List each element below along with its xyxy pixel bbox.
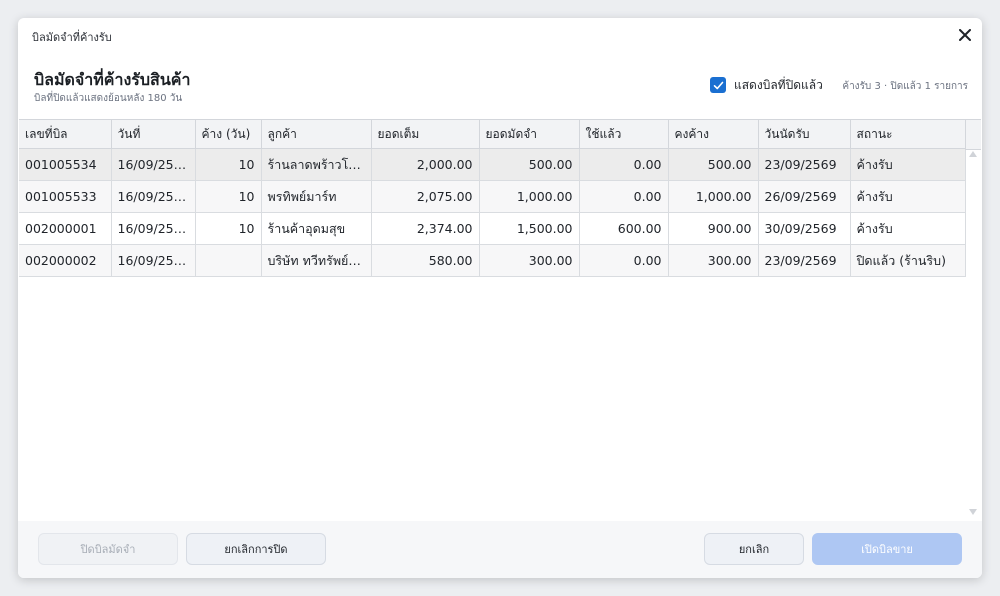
full-amount-cell: 2,000.00 bbox=[371, 148, 480, 181]
full-amount-cell: 2,374.00 bbox=[371, 212, 480, 245]
deposit-amount-cell: 1,500.00 bbox=[479, 212, 580, 245]
overdue-days-cell: 10 bbox=[195, 180, 262, 213]
deposit-bills-dialog: บิลมัดจำที่ค้างรับ บิลมัดจำที่ค้างรับสิน… bbox=[18, 18, 982, 578]
dialog-footer: ปิดบิลมัดจำ ยกเลิกการปิด ยกเลิก เปิดบิลข… bbox=[18, 521, 982, 578]
column-header[interactable]: ใช้แล้ว bbox=[579, 120, 669, 149]
column-header[interactable]: ยอดเต็ม bbox=[371, 120, 480, 149]
bill-number-cell: 001005533 bbox=[19, 180, 112, 213]
cancel-close-button[interactable]: ยกเลิกการปิด bbox=[186, 533, 326, 565]
status-summary: ค้างรับ 3 · ปิดแล้ว 1 รายการ bbox=[842, 81, 968, 92]
open-sale-bill-button[interactable]: เปิดบิลขาย bbox=[812, 533, 962, 565]
table-row[interactable]: 001005533 16/09/2569 10 พรทิพย์มาร์ท 2,0… bbox=[19, 180, 966, 213]
deposit-amount-cell: 500.00 bbox=[479, 148, 580, 181]
full-amount-cell: 580.00 bbox=[371, 244, 480, 277]
overdue-days-cell: 10 bbox=[195, 212, 262, 245]
full-amount-cell: 2,075.00 bbox=[371, 180, 480, 213]
status-cell: ปิดแล้ว (ร้านริบ) bbox=[850, 244, 966, 277]
scrollbar-header-corner bbox=[965, 120, 981, 150]
customer-cell: ร้านลาดพร้าวโช... bbox=[261, 148, 372, 181]
page-title: บิลมัดจำที่ค้างรับสินค้า bbox=[34, 70, 191, 89]
customer-cell: ร้านค้าอุดมสุข bbox=[261, 212, 372, 245]
column-header[interactable]: ยอดมัดจำ bbox=[479, 120, 580, 149]
remaining-amount-cell: 300.00 bbox=[668, 244, 759, 277]
show-closed-label: แสดงบิลที่ปิดแล้ว bbox=[734, 77, 823, 92]
used-amount-cell: 0.00 bbox=[579, 244, 669, 277]
column-header[interactable]: คงค้าง bbox=[668, 120, 759, 149]
deposit-amount-cell: 300.00 bbox=[479, 244, 580, 277]
column-header[interactable]: วันนัดรับ bbox=[758, 120, 851, 149]
scroll-down-arrow-icon[interactable] bbox=[969, 509, 977, 515]
check-icon bbox=[713, 81, 723, 89]
deposit-amount-cell: 1,000.00 bbox=[479, 180, 580, 213]
remaining-amount-cell: 900.00 bbox=[668, 212, 759, 245]
table-row[interactable]: 002000002 16/09/2569 บริษัท ทวีทรัพย์ริ.… bbox=[19, 244, 966, 277]
cancel-button[interactable]: ยกเลิก bbox=[704, 533, 804, 565]
pickup-date-cell: 23/09/2569 bbox=[758, 244, 851, 277]
used-amount-cell: 0.00 bbox=[579, 180, 669, 213]
table-header-row: เลขที่บิล วันที่ ค้าง (วัน) ลูกค้า ยอดเต… bbox=[19, 120, 966, 149]
remaining-amount-cell: 500.00 bbox=[668, 148, 759, 181]
used-amount-cell: 600.00 bbox=[579, 212, 669, 245]
column-header[interactable]: สถานะ bbox=[850, 120, 966, 149]
date-cell: 16/09/2569 bbox=[111, 212, 196, 245]
bill-number-cell: 001005534 bbox=[19, 148, 112, 181]
overdue-days-cell bbox=[195, 244, 262, 277]
table-row[interactable]: 001005534 16/09/2569 10 ร้านลาดพร้าวโช..… bbox=[19, 148, 966, 181]
show-closed-checkbox[interactable] bbox=[710, 77, 726, 93]
pickup-date-cell: 23/09/2569 bbox=[758, 148, 851, 181]
page-subtitle: บิลที่ปิดแล้วแสดงย้อนหลัง 180 วัน bbox=[34, 93, 183, 104]
pickup-date-cell: 30/09/2569 bbox=[758, 212, 851, 245]
customer-cell: พรทิพย์มาร์ท bbox=[261, 180, 372, 213]
column-header[interactable]: ค้าง (วัน) bbox=[195, 120, 262, 149]
remaining-amount-cell: 1,000.00 bbox=[668, 180, 759, 213]
deposit-bills-table: เลขที่บิล วันที่ ค้าง (วัน) ลูกค้า ยอดเต… bbox=[19, 119, 981, 522]
close-icon bbox=[959, 29, 971, 41]
used-amount-cell: 0.00 bbox=[579, 148, 669, 181]
date-cell: 16/09/2569 bbox=[111, 180, 196, 213]
status-cell: ค้างรับ bbox=[850, 180, 966, 213]
bill-number-cell: 002000002 bbox=[19, 244, 112, 277]
date-cell: 16/09/2569 bbox=[111, 244, 196, 277]
close-button[interactable] bbox=[954, 24, 976, 46]
status-cell: ค้างรับ bbox=[850, 212, 966, 245]
close-deposit-button[interactable]: ปิดบิลมัดจำ bbox=[38, 533, 178, 565]
pickup-date-cell: 26/09/2569 bbox=[758, 180, 851, 213]
window-title: บิลมัดจำที่ค้างรับ bbox=[32, 31, 112, 44]
customer-cell: บริษัท ทวีทรัพย์ริ... bbox=[261, 244, 372, 277]
scroll-up-arrow-icon[interactable] bbox=[969, 151, 977, 157]
date-cell: 16/09/2569 bbox=[111, 148, 196, 181]
status-cell: ค้างรับ bbox=[850, 148, 966, 181]
overdue-days-cell: 10 bbox=[195, 148, 262, 181]
dialog-titlebar: บิลมัดจำที่ค้างรับ bbox=[18, 18, 982, 52]
bill-number-cell: 002000001 bbox=[19, 212, 112, 245]
show-closed-toggle[interactable]: แสดงบิลที่ปิดแล้ว bbox=[710, 75, 823, 95]
column-header[interactable]: วันที่ bbox=[111, 120, 196, 149]
column-header[interactable]: ลูกค้า bbox=[261, 120, 372, 149]
column-header[interactable]: เลขที่บิล bbox=[19, 120, 112, 149]
table-row[interactable]: 002000001 16/09/2569 10 ร้านค้าอุดมสุข 2… bbox=[19, 212, 966, 245]
